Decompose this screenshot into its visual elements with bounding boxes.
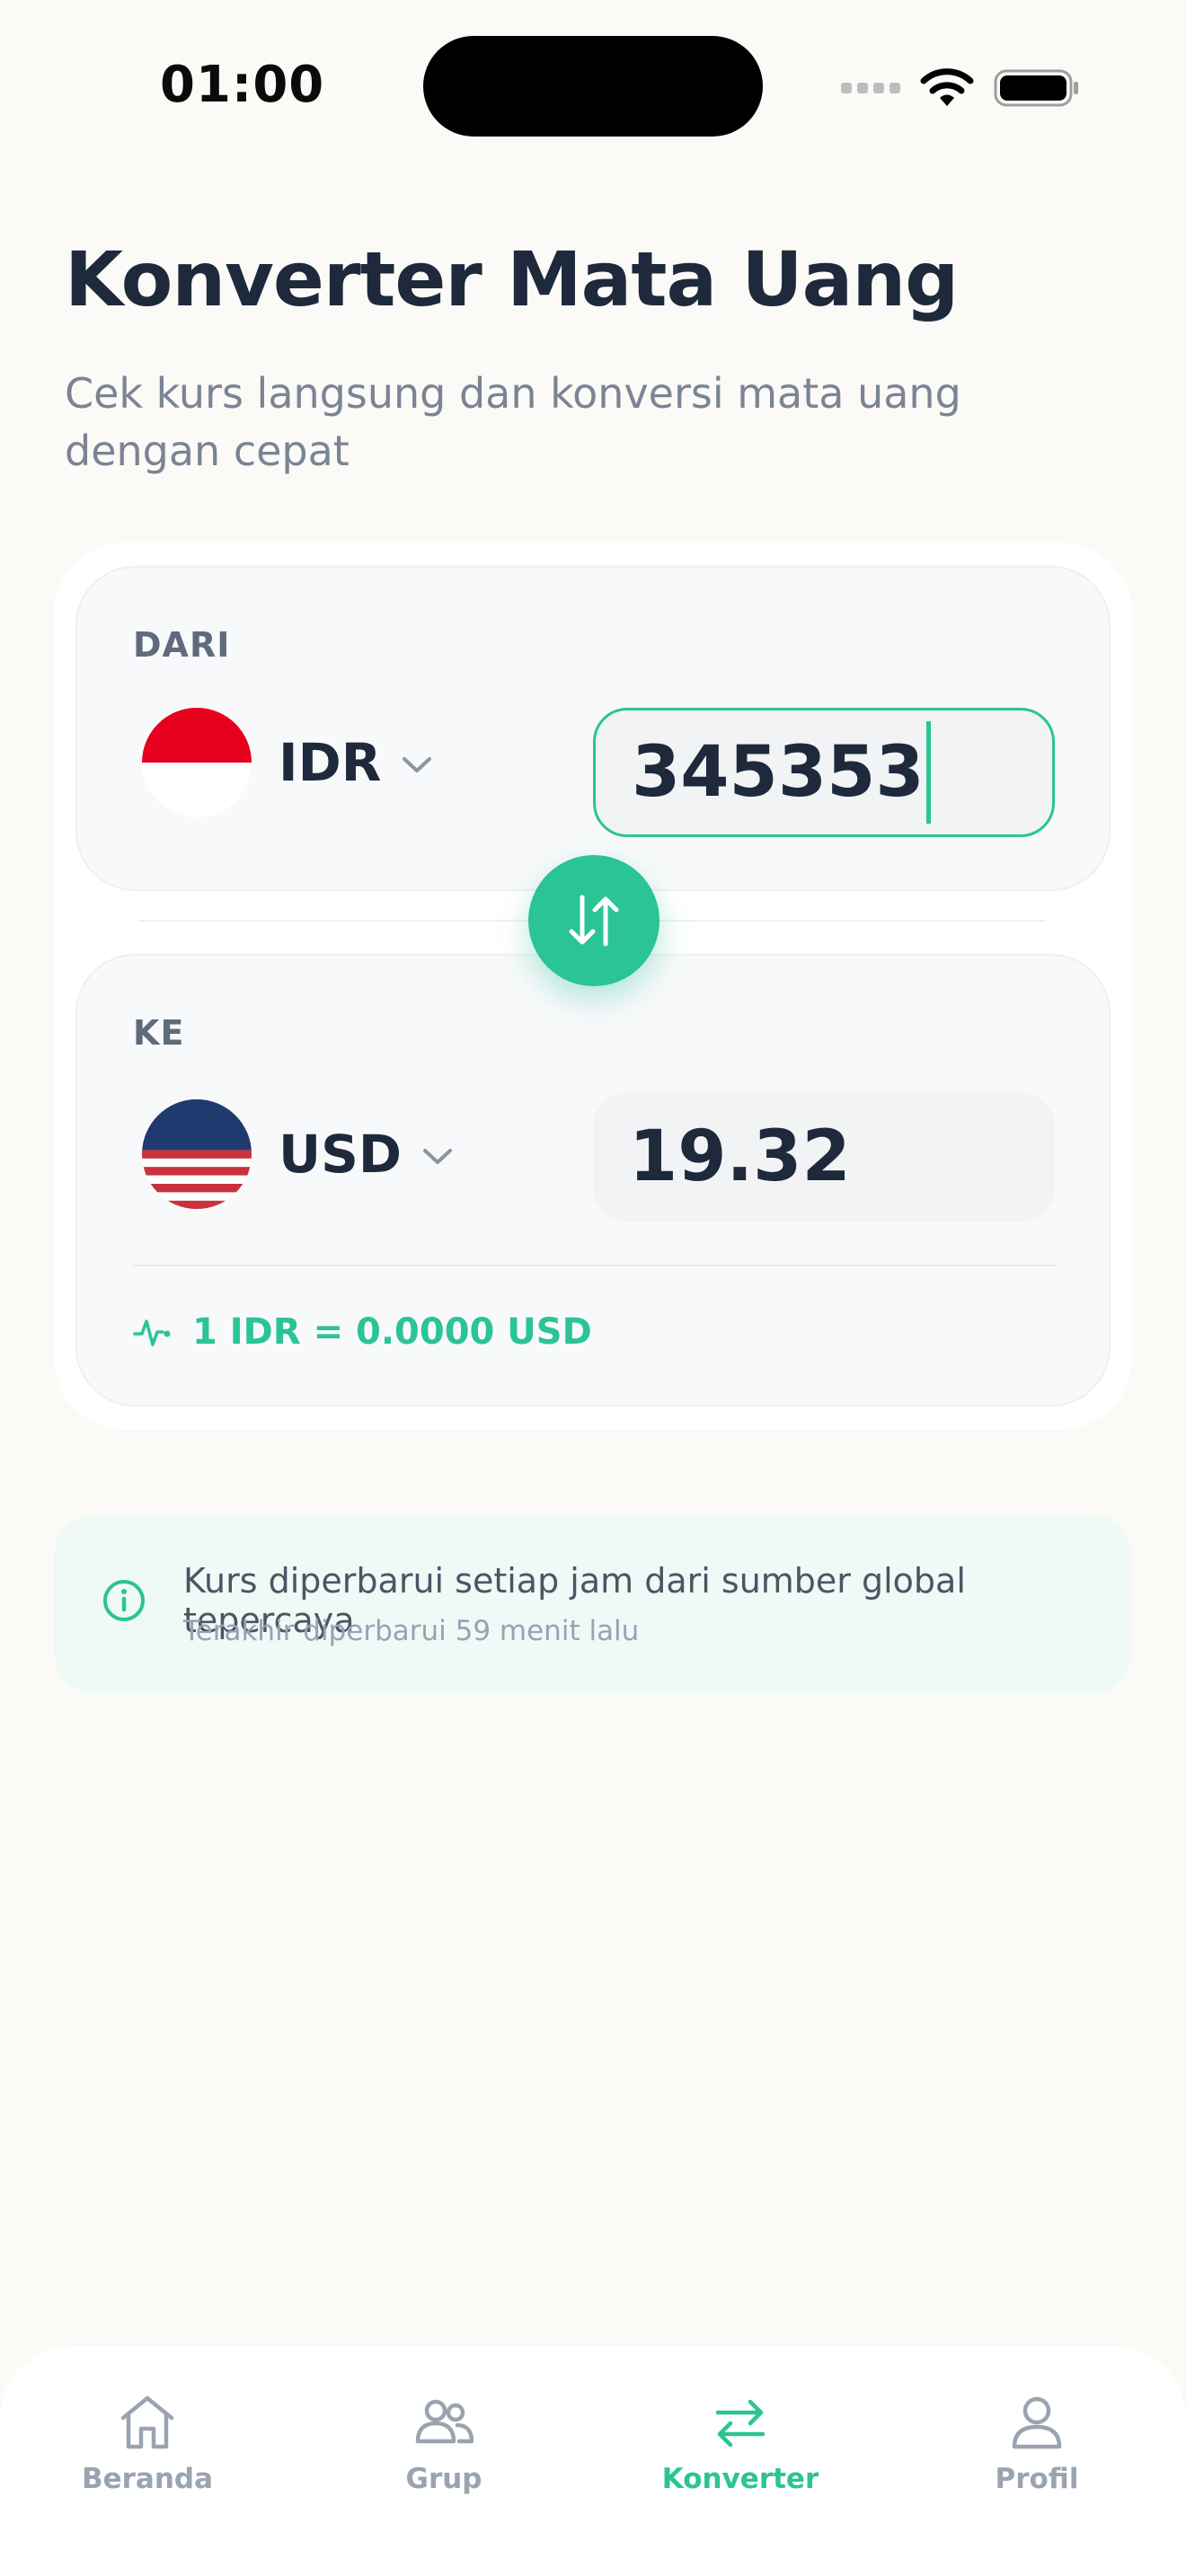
indonesia-flag-icon [142,708,252,817]
info-subtitle: Terakhir diperbarui 59 menit lalu [183,1615,640,1647]
tab-profil[interactable]: Profil [947,2391,1127,2495]
swap-currencies-button[interactable] [528,855,659,986]
users-icon [415,2399,474,2444]
page-title: Konverter Mata Uang [65,235,959,323]
text-caret [925,721,931,824]
to-currency-select[interactable]: USD [142,1099,454,1209]
battery-icon [994,69,1078,107]
to-amount-value: 19.32 [629,1116,851,1197]
from-currency-select[interactable]: IDR [142,708,433,817]
home-icon [120,2395,174,2449]
from-label: DARI [133,625,231,665]
exchange-rate-row: 1 IDR = 0.0000 USD [133,1311,592,1353]
from-panel: DARI IDR 345353 [75,566,1111,891]
info-icon [103,1580,145,1621]
bottom-tab-bar: Beranda Grup Konverter Profil [0,2346,1186,2576]
info-card: Kurs diperbarui setiap jam dari sumber g… [54,1514,1132,1694]
user-icon [1012,2396,1062,2449]
from-amount-value: 345353 [632,732,925,813]
usa-flag-icon [142,1099,252,1209]
status-bar: 01:00 [0,0,1186,171]
to-currency-code: USD [279,1124,403,1185]
swap-icon [715,2399,766,2448]
from-currency-code: IDR [279,732,382,793]
to-label: KE [133,1013,185,1053]
tab-label: Beranda [81,2463,214,2495]
to-panel: KE USD 19.32 1 IDR = 0.0000 USD [75,954,1111,1407]
tab-grup[interactable]: Grup [354,2391,534,2495]
chevron-down-icon [403,757,432,772]
converter-card: DARI IDR 345353 KE USD 19.32 1 IDR = 0.0… [54,543,1132,1430]
tab-label: Konverter [661,2463,819,2495]
wifi-icon [920,68,974,106]
activity-icon [133,1319,171,1346]
from-amount-input[interactable]: 345353 [593,708,1055,837]
tab-konverter[interactable]: Konverter [651,2391,830,2495]
page-subtitle: Cek kurs langsung dan konversi mata uang… [65,369,961,475]
swap-vertical-icon [569,895,619,947]
to-amount-output: 19.32 [593,1092,1055,1222]
tab-label: Grup [405,2463,482,2495]
cellular-signal-icon [841,83,900,93]
chevron-down-icon [423,1149,453,1164]
rate-divider [133,1265,1057,1266]
exchange-rate-text: 1 IDR = 0.0000 USD [192,1311,592,1353]
tab-label: Profil [995,2463,1079,2495]
status-icons [841,63,1080,113]
tab-beranda[interactable]: Beranda [58,2391,237,2495]
status-time: 01:00 [160,56,325,114]
dynamic-island [423,36,763,137]
